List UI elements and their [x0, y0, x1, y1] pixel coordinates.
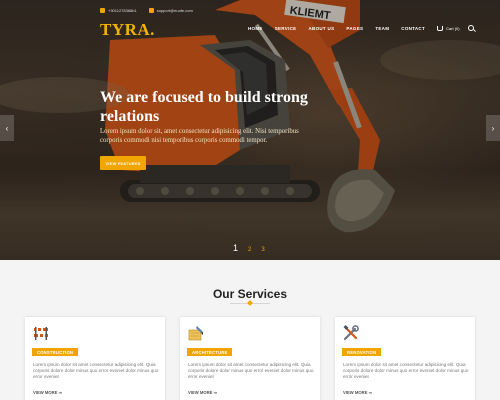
nav-item-about-us[interactable]: ABOUT US [302, 26, 340, 31]
divider-diamond-icon [247, 300, 253, 306]
slide-dot-1[interactable]: 1 [233, 243, 238, 253]
service-tag: ARCHITECTURE [187, 348, 233, 356]
main-nav: HOME SERVICE ABOUT US PAGES TEAM CONTACT… [246, 25, 474, 31]
email-text: support@euofe.com [156, 7, 193, 13]
service-description: Lorem ipsum dolor sit amet consectetur a… [188, 362, 314, 379]
barrier-icon [34, 327, 48, 340]
hero-headline: We are focused to build strong relations [100, 88, 330, 126]
hero-headline-line1: We are focused to build strong [100, 89, 308, 106]
slider-prev-button[interactable]: ‹ [0, 115, 14, 141]
chevron-left-icon: ‹ [5, 123, 9, 133]
site-logo[interactable]: TYRA. [100, 20, 155, 40]
service-tag: RENOVATION [342, 348, 382, 356]
hero-slider: KLIEMT +3011278368b1 support@euofe.com T… [0, 0, 500, 260]
slider-pagination: 1 2 3 [233, 243, 265, 253]
hero-headline-line2: relations [100, 108, 160, 125]
service-card-construction: CONSTRUCTION Lorem ipsum dolor sit amet … [25, 317, 165, 400]
services-section: Our Services CONSTRUCTION Lorem ipsum do… [0, 260, 500, 400]
chevron-right-icon: › [491, 123, 495, 133]
slider-next-button[interactable]: › [486, 115, 500, 141]
phone-icon [100, 7, 105, 13]
tools-icon [343, 325, 359, 341]
view-more-link[interactable]: VIEW MORE ⇒ [33, 390, 62, 395]
service-description: Lorem ipsum dolor sit amet consectetur a… [33, 362, 159, 379]
nav-item-service[interactable]: SERVICE [269, 26, 303, 31]
nav-item-home[interactable]: HOME [246, 26, 269, 31]
service-card-architecture: ARCHITECTURE Lorem ipsum dolor sit amet … [180, 317, 320, 400]
nav-item-pages[interactable]: PAGES [340, 26, 369, 31]
slide-dot-2[interactable]: 2 [248, 247, 251, 253]
service-card-renovation: RENOVATION Lorem ipsum dolor sit amet co… [335, 317, 475, 400]
cart-label: Cart (0) [446, 25, 460, 31]
view-features-button[interactable]: VIEW FEATURES [100, 156, 146, 170]
cart-button[interactable]: Cart (0) [437, 25, 460, 31]
top-contact-bar: +3011278368b1 support@euofe.com [100, 6, 193, 14]
phone-contact[interactable]: +3011278368b1 [100, 7, 137, 13]
architecture-icon [188, 326, 203, 341]
services-title: Our Services [212, 287, 288, 301]
view-more-link[interactable]: VIEW MORE ⇒ [343, 390, 372, 395]
view-more-link[interactable]: VIEW MORE ⇒ [188, 390, 217, 395]
service-description: Lorem ipsum dolor sit amet consectetur a… [343, 362, 469, 379]
slide-dot-3[interactable]: 3 [261, 247, 264, 253]
phone-text: +3011278368b1 [108, 7, 137, 13]
envelope-icon [148, 7, 154, 13]
nav-item-team[interactable]: TEAM [369, 26, 395, 31]
nav-item-contact[interactable]: CONTACT [395, 26, 431, 31]
service-tag: CONSTRUCTION [32, 348, 79, 356]
hero-subtext: Lorem ipsum dolor sit, amet consectetur … [100, 128, 299, 144]
search-icon[interactable] [467, 25, 474, 31]
cart-icon [437, 25, 444, 31]
email-contact[interactable]: support@euofe.com [148, 7, 193, 13]
